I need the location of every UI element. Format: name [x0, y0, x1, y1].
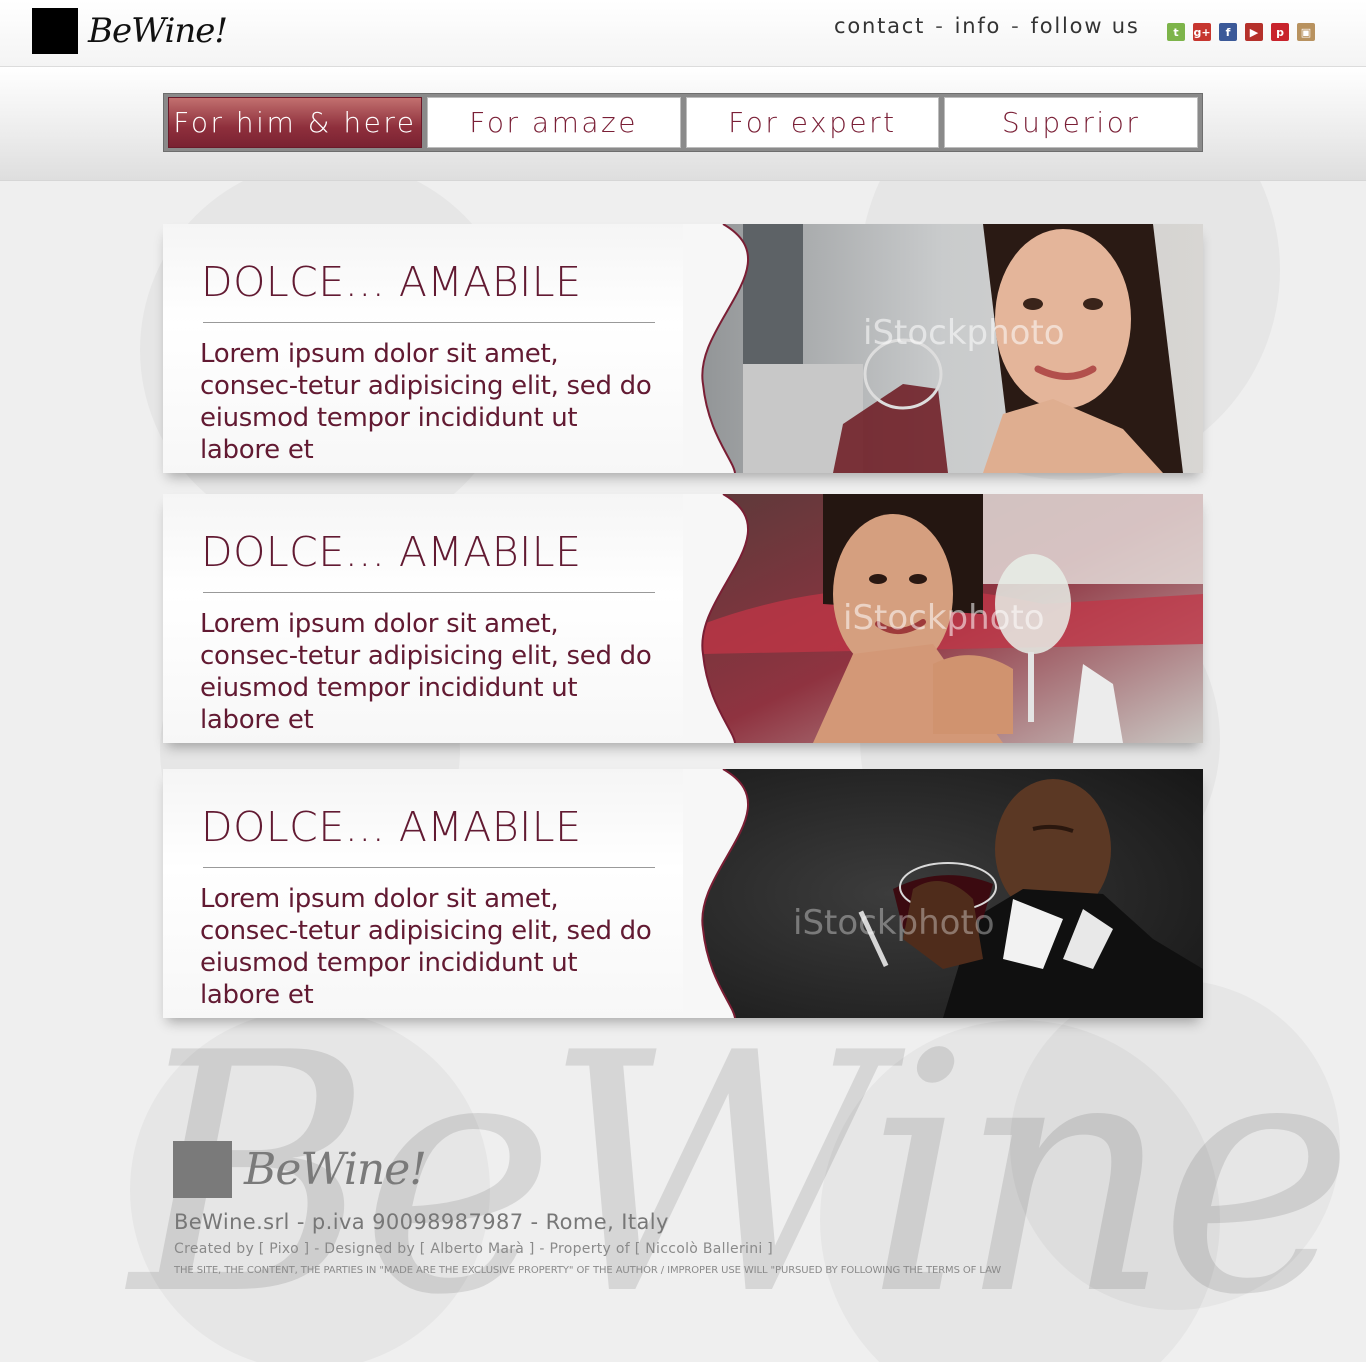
footer-legal-notice: THE SITE, THE CONTENT, THE PARTIES IN "M…: [174, 1265, 1002, 1276]
tab-superior[interactable]: Superior: [944, 97, 1198, 148]
google-plus-icon[interactable]: g+: [1193, 23, 1211, 41]
wine-card[interactable]: DOLCE... AMABILE Lorem ipsum dolor sit a…: [163, 769, 1203, 1018]
follow-us-link[interactable]: follow us: [1031, 14, 1140, 38]
card-text: Lorem ipsum dolor sit amet, consec-tetur…: [200, 609, 652, 735]
instagram-icon[interactable]: ▣: [1297, 23, 1315, 41]
card-divider: [203, 592, 655, 593]
tab-for-expert[interactable]: For expert: [685, 97, 940, 148]
card-title: DOLCE... AMABILE: [201, 528, 582, 576]
link-separator: -: [1011, 14, 1021, 38]
card-title: DOLCE... AMABILE: [201, 258, 582, 306]
footer-logo-square: [173, 1141, 232, 1198]
link-separator: -: [935, 14, 945, 38]
top-bar: BeWine! contact - info - follow us t g+ …: [0, 0, 1366, 67]
card-divider: [203, 867, 655, 868]
logo-square: [32, 8, 78, 54]
logo[interactable]: BeWine!: [32, 8, 228, 54]
card-title: DOLCE... AMABILE: [201, 803, 582, 851]
facebook-icon[interactable]: f: [1219, 23, 1237, 41]
twitter-icon[interactable]: t: [1167, 23, 1185, 41]
logo-text: BeWine!: [88, 11, 228, 51]
social-icons: t g+ f ▶ p ▣: [1167, 23, 1315, 41]
wine-card[interactable]: DOLCE... AMABILE Lorem ipsum dolor sit a…: [163, 224, 1203, 473]
main-nav: For him & here For amaze For expert Supe…: [163, 93, 1203, 152]
info-link[interactable]: info: [955, 14, 1002, 38]
pinterest-icon[interactable]: p: [1271, 23, 1289, 41]
card-divider: [203, 322, 655, 323]
photo-watermark: iStockphoto: [863, 313, 1065, 353]
card-text: Lorem ipsum dolor sit amet, consec-tetur…: [200, 884, 652, 1010]
wine-card[interactable]: DOLCE... AMABILE Lorem ipsum dolor sit a…: [163, 494, 1203, 743]
footer-company-info: BeWine.srl - p.iva 90098987987 - Rome, I…: [174, 1210, 669, 1234]
photo-watermark: iStockphoto: [843, 598, 1045, 638]
youtube-icon[interactable]: ▶: [1245, 23, 1263, 41]
top-links: contact - info - follow us: [834, 14, 1140, 38]
card-photo-man-red-wine: iStockphoto: [683, 769, 1203, 1018]
card-photo-woman-red-wine: iStockphoto: [683, 224, 1203, 473]
footer-logo[interactable]: BeWine!: [173, 1141, 427, 1198]
card-photo-woman-white-wine: iStockphoto: [683, 494, 1203, 743]
photo-watermark: iStockphoto: [793, 903, 995, 943]
tab-for-him-and-here[interactable]: For him & here: [168, 97, 422, 148]
tab-for-amaze[interactable]: For amaze: [426, 97, 681, 148]
card-text: Lorem ipsum dolor sit amet, consec-tetur…: [200, 339, 652, 465]
footer-credits: Created by [ Pixo ] - Designed by [ Albe…: [174, 1241, 774, 1257]
contact-link[interactable]: contact: [834, 14, 925, 38]
footer-logo-text: BeWine!: [244, 1144, 427, 1195]
